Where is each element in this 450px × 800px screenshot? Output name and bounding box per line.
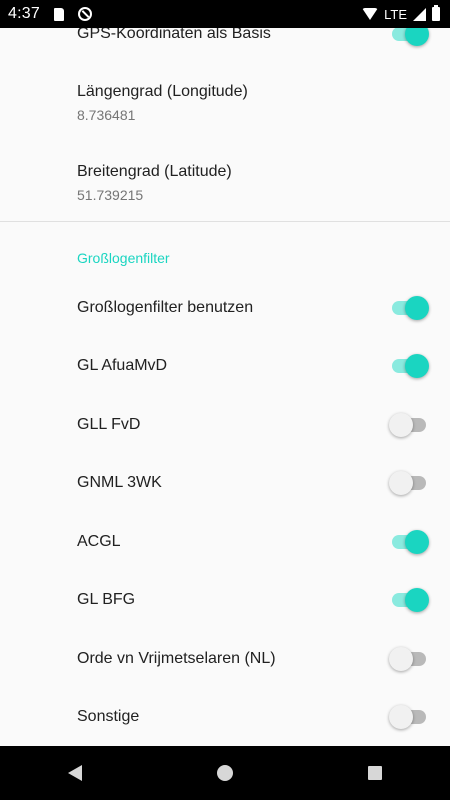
status-right: LTE	[362, 5, 440, 22]
switch-thumb	[405, 530, 429, 554]
longitude-row[interactable]: Längengrad (Longitude) 8.736481	[0, 68, 450, 138]
section-divider	[0, 221, 450, 222]
switch-thumb	[389, 471, 413, 495]
gps-switch[interactable]	[392, 28, 429, 46]
filter-label: Sonstige	[77, 708, 140, 725]
filter-switch[interactable]	[392, 296, 429, 320]
latitude-row[interactable]: Breitengrad (Latitude) 51.739215	[0, 148, 450, 218]
filter-row-gll-fvd[interactable]: GLL FvD	[0, 400, 450, 450]
settings-list[interactable]: GPS-Koordinaten als Basis Längengrad (Lo…	[0, 28, 450, 746]
filter-label: GLL FvD	[77, 416, 141, 433]
wifi-icon	[362, 8, 379, 20]
filter-label: ACGL	[77, 533, 121, 550]
filter-switch[interactable]	[389, 413, 426, 437]
longitude-value: 8.736481	[77, 107, 136, 123]
latitude-value: 51.739215	[77, 187, 144, 203]
switch-thumb	[405, 296, 429, 320]
status-bar: 4:37 LTE	[0, 0, 450, 28]
home-icon[interactable]	[216, 765, 233, 781]
gps-title: GPS-Koordinaten als Basis	[77, 28, 271, 42]
filter-label: GNML 3WK	[77, 474, 162, 491]
filter-label: Großlogenfilter benutzen	[77, 299, 254, 316]
filter-label: GL BFG	[77, 591, 136, 608]
back-icon[interactable]	[67, 765, 82, 781]
filter-row-gl-afuamvd[interactable]: GL AfuaMvD	[0, 341, 450, 391]
filter-switch[interactable]	[389, 705, 426, 729]
status-time: 4:37	[8, 5, 40, 22]
latitude-title: Breitengrad (Latitude)	[77, 163, 232, 180]
switch-thumb	[405, 588, 429, 612]
filter-row-orde-nl[interactable]: Orde vn Vrijmetselaren (NL)	[0, 634, 450, 684]
gps-row[interactable]: GPS-Koordinaten als Basis	[0, 28, 450, 54]
switch-thumb	[389, 647, 413, 671]
filter-row-gl-bfg[interactable]: GL BFG	[0, 575, 450, 625]
switch-thumb	[389, 705, 413, 729]
filter-switch[interactable]	[389, 471, 426, 495]
network-type: LTE	[384, 6, 407, 22]
sd-card-icon	[53, 7, 64, 21]
filter-switch[interactable]	[389, 647, 426, 671]
filter-row-sonstige[interactable]: Sonstige	[0, 692, 450, 742]
filter-row-acgl[interactable]: ACGL	[0, 517, 450, 567]
filter-label: Orde vn Vrijmetselaren (NL)	[77, 650, 276, 667]
recents-icon[interactable]	[368, 766, 383, 780]
filter-row-gnml-3wk[interactable]: GNML 3WK	[0, 458, 450, 508]
filter-switch[interactable]	[392, 530, 429, 554]
switch-thumb	[389, 413, 413, 437]
signal-icon	[413, 7, 426, 21]
switch-thumb	[405, 28, 429, 46]
filter-label: GL AfuaMvD	[77, 357, 168, 374]
switch-thumb	[405, 354, 429, 378]
filter-switch[interactable]	[392, 354, 429, 378]
filter-switch[interactable]	[392, 588, 429, 612]
do-not-disturb-icon	[77, 7, 92, 21]
status-left: 4:37	[8, 5, 92, 23]
longitude-title: Längengrad (Longitude)	[77, 83, 248, 100]
navigation-bar	[0, 746, 450, 800]
battery-icon	[432, 5, 440, 21]
filter-row-use[interactable]: Großlogenfilter benutzen	[0, 283, 450, 333]
category-title: Großlogenfilter	[77, 250, 170, 266]
